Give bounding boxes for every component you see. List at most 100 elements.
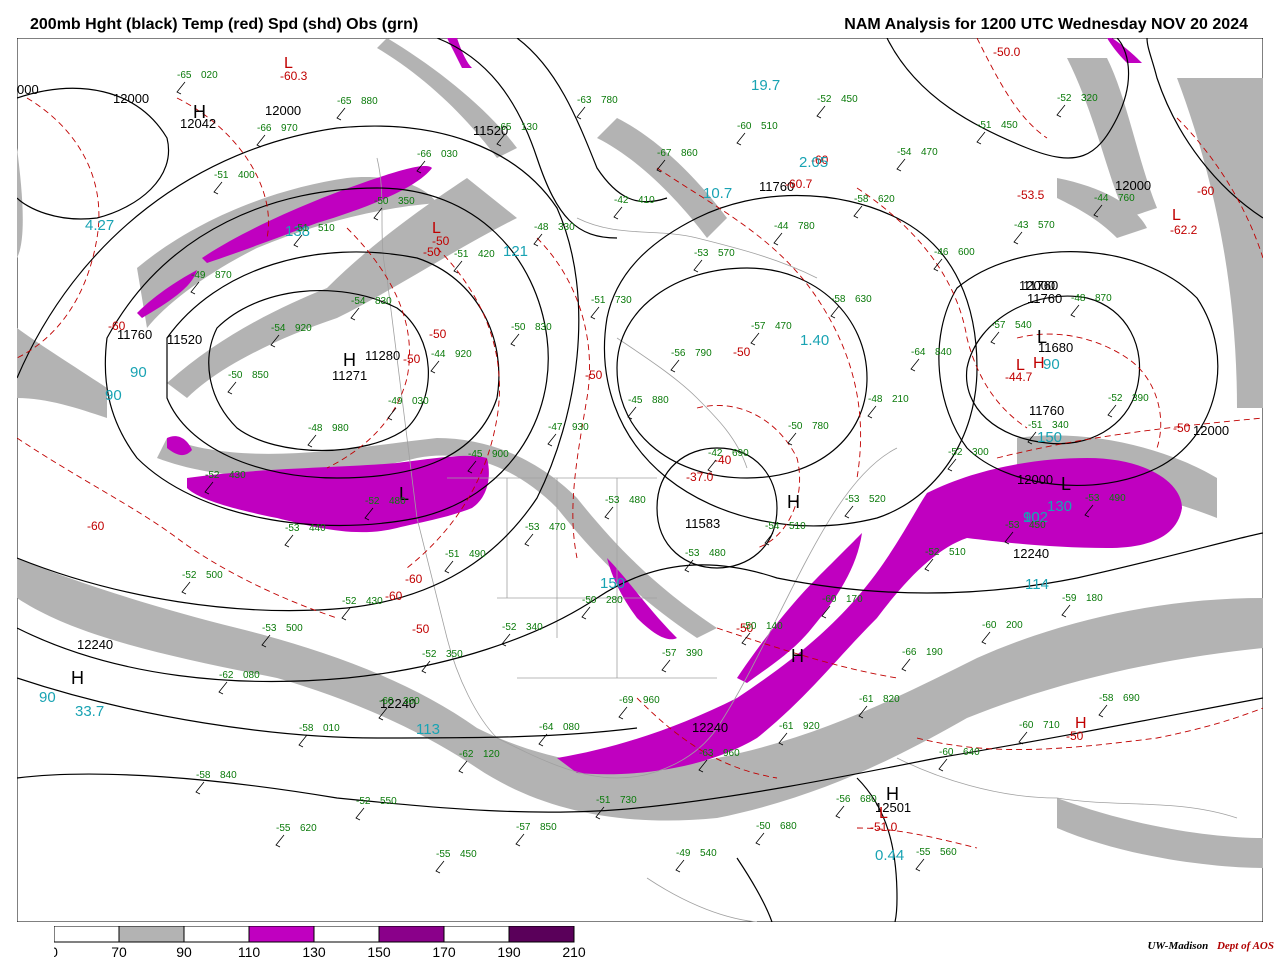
obs-temp: -52 (1108, 393, 1123, 404)
obs-height: 360 (403, 696, 420, 707)
obs-temp: -52 (1057, 93, 1072, 104)
obs-height: 390 (1132, 393, 1149, 404)
obs-temp: -51 (1028, 420, 1043, 431)
obs-temp: -50 (511, 322, 526, 333)
obs-height: 570 (1038, 220, 1055, 231)
obs-temp: -44 (431, 349, 446, 360)
obs-height: 120 (483, 749, 500, 760)
speed-label: 130 (1047, 498, 1072, 515)
height-label: 12000 (265, 103, 301, 118)
obs-height: 300 (972, 447, 989, 458)
obs-temp: -48 (868, 394, 883, 405)
obs-temp: -42 (708, 448, 723, 459)
obs-height: 500 (206, 570, 223, 581)
obs-temp: -51 (454, 249, 469, 260)
obs-temp: -51 (294, 223, 309, 234)
height-center-marker: H (886, 784, 899, 804)
speed-label: 150 (600, 575, 625, 592)
height-center-marker: H (787, 492, 800, 512)
obs-height: 780 (601, 95, 618, 106)
obs-height: 850 (540, 822, 557, 833)
obs-temp: -48 (1071, 293, 1086, 304)
obs-temp: -60 (939, 747, 954, 758)
obs-height: 510 (318, 223, 335, 234)
obs-temp: -48 (308, 423, 323, 434)
speed-label: 33.7 (75, 703, 104, 720)
colorbar-tick-label: 190 (497, 944, 521, 960)
credit-org: UW-Madison (1147, 940, 1209, 952)
height-center-marker: H (791, 646, 804, 666)
colorbar-tick-label: 110 (238, 944, 261, 960)
obs-height: 430 (366, 596, 383, 607)
obs-temp: -66 (417, 149, 432, 160)
obs-height: 880 (652, 395, 669, 406)
obs-height: 280 (606, 595, 623, 606)
height-label: 000 (17, 82, 39, 97)
obs-temp: -51 (591, 295, 606, 306)
colorbar-tick-label: 170 (432, 944, 456, 960)
obs-height: 210 (892, 394, 909, 405)
obs-temp: -60 (737, 121, 752, 132)
obs-temp: -46 (934, 247, 949, 258)
height-label: 11760 (1023, 278, 1058, 293)
obs-height: 880 (361, 96, 378, 107)
obs-temp: -53 (262, 623, 277, 634)
obs-height: 960 (723, 748, 740, 759)
height-label: 11280 (365, 348, 400, 363)
obs-temp: -65 (337, 96, 352, 107)
colorbar-segment (183, 926, 250, 943)
obs-temp: -50 (788, 421, 803, 432)
speed-label: 150 (1037, 429, 1062, 446)
height-label: 12000 (1017, 472, 1053, 487)
obs-height: 430 (229, 470, 246, 481)
colorbar-segment (118, 926, 185, 943)
obs-temp: -57 (662, 648, 677, 659)
temp-label: -50.0 (993, 45, 1021, 59)
obs-temp: -52 (948, 447, 963, 458)
obs-height: 960 (643, 695, 660, 706)
height-label: 12000 (113, 91, 149, 106)
temp-label: -60.7 (785, 177, 813, 191)
obs-height: 840 (935, 347, 952, 358)
weather-map: 000120001204212000115201200011760 1152011… (17, 38, 1263, 922)
credit-dept: Dept of AOS (1216, 940, 1274, 952)
obs-height: 830 (535, 322, 552, 333)
obs-temp: -50 (228, 370, 243, 381)
obs-temp: -55 (276, 823, 291, 834)
obs-height: 450 (1001, 120, 1018, 131)
obs-height: 010 (323, 723, 340, 734)
temp-label: -50 (1173, 421, 1191, 435)
temp-center-marker: L (879, 805, 888, 822)
temp-label: -60 (87, 519, 105, 533)
obs-height: 980 (332, 423, 349, 434)
obs-temp: -60 (822, 594, 837, 605)
obs-temp: -53 (525, 522, 540, 533)
obs-temp: -53 (685, 548, 700, 559)
obs-temp: -61 (859, 694, 874, 705)
speed-label: 121 (503, 243, 528, 260)
obs-height: 180 (1086, 593, 1103, 604)
speed-label: 90 (130, 364, 147, 381)
obs-temp: -64 (911, 347, 926, 358)
obs-height: 710 (1043, 720, 1060, 731)
obs-temp: -50 (374, 196, 389, 207)
obs-height: 870 (215, 270, 232, 281)
height-center-marker: H (193, 102, 206, 122)
obs-height: 840 (220, 770, 237, 781)
obs-temp: -58 (299, 723, 314, 734)
obs-temp: -54 (351, 296, 366, 307)
obs-temp: -49 (676, 848, 691, 859)
obs-temp: -58 (1099, 693, 1114, 704)
obs-height: 400 (238, 170, 255, 181)
obs-height: 130 (521, 122, 538, 133)
obs-height: 350 (398, 196, 415, 207)
temp-label: -50 (403, 352, 421, 366)
obs-height: 170 (846, 594, 863, 605)
colorbar-tick-label: 210 (562, 944, 586, 960)
colorbar-tick-label: 90 (176, 944, 192, 960)
obs-temp: -65 (497, 122, 512, 133)
obs-temp: -49 (388, 396, 403, 407)
obs-temp: -59 (1062, 593, 1077, 604)
obs-height: 690 (1123, 693, 1140, 704)
obs-height: 510 (761, 121, 778, 132)
